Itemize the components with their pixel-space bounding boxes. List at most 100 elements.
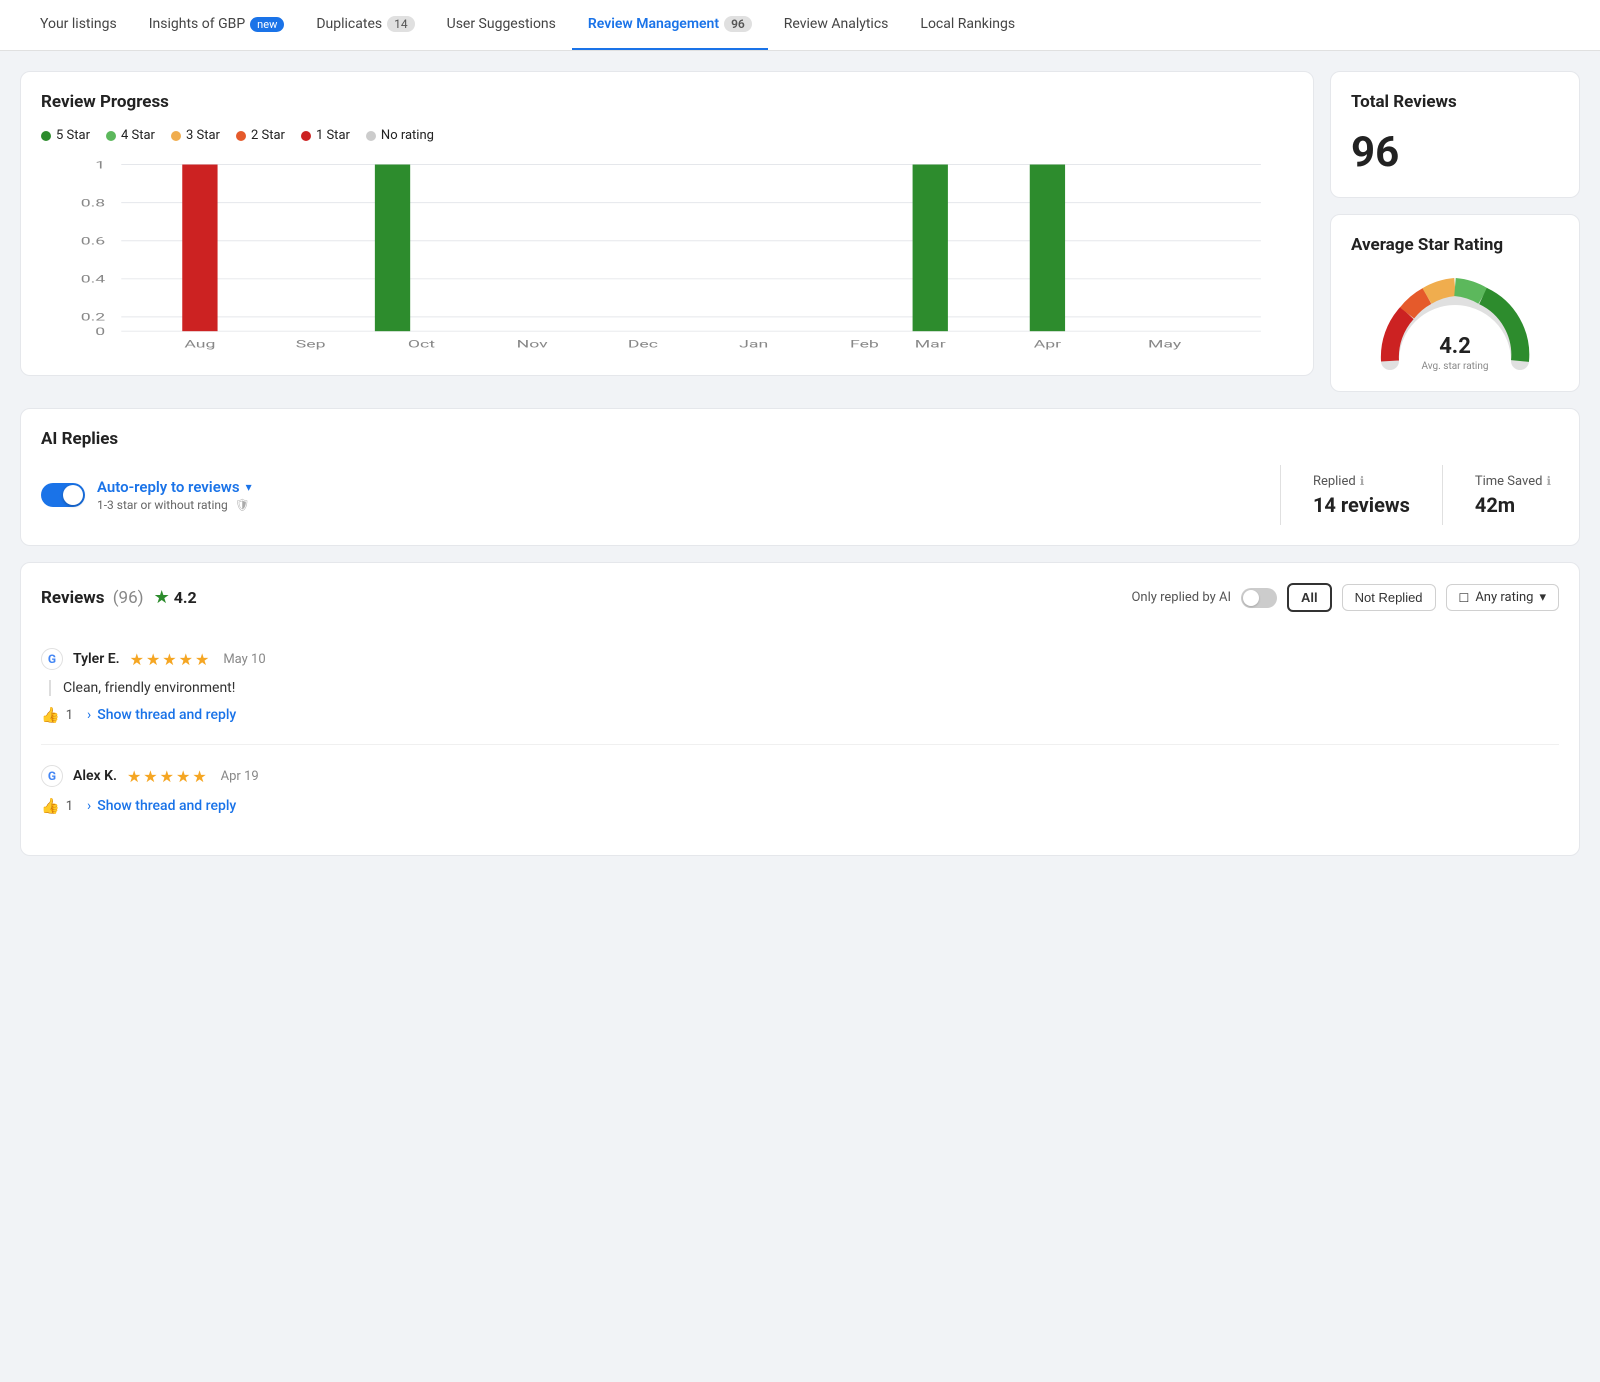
svg-text:0.2: 0.2 [81, 311, 105, 323]
ai-replies-inner: Auto-reply to reviews ▾ 1-3 star or with… [41, 465, 1559, 525]
reviewer-row-2: G Alex K. ★ ★ ★ ★ ★ Apr 19 [41, 765, 1559, 787]
svg-text:0.4: 0.4 [81, 273, 105, 285]
review-date-1: May 10 [223, 652, 265, 667]
nav-review-management-badge: 96 [724, 16, 752, 32]
dropdown-chevron-icon: ▾ [1539, 590, 1546, 605]
legend-label-4star: 4 Star [121, 128, 155, 143]
chart-svg: 1 0.8 0.6 0.4 0.2 0 Aug [41, 155, 1293, 355]
nav-your-listings[interactable]: Your listings [24, 0, 133, 50]
star-3b: ★ [160, 767, 174, 786]
nav-review-management[interactable]: Review Management 96 [572, 0, 768, 50]
show-thread-button-1[interactable]: Show thread and reply [97, 707, 236, 723]
reviews-header: Reviews (96) ★ 4.2 Only replied by AI Al… [41, 583, 1559, 612]
legend-1star: 1 Star [301, 128, 350, 143]
ai-replies-title: AI Replies [41, 429, 1559, 449]
star-1b: ★ [127, 767, 141, 786]
google-icon-1: G [41, 648, 63, 670]
svg-text:1: 1 [95, 159, 105, 171]
only-ai-label: Only replied by AI [1131, 590, 1231, 605]
nav-user-suggestions[interactable]: User Suggestions [431, 0, 572, 50]
reviews-count: (96) [113, 588, 144, 608]
review-date-2: Apr 19 [221, 769, 259, 784]
svg-text:Dec: Dec [628, 338, 659, 350]
thumb-icon-1: 👍 [41, 706, 60, 724]
reviews-avg-rating: ★ 4.2 [154, 587, 197, 608]
page-content: Review Progress 5 Star 4 Star 3 Star 2 [0, 51, 1600, 876]
filter-not-replied-button[interactable]: Not Replied [1342, 584, 1436, 611]
legend-4star: 4 Star [106, 128, 155, 143]
star-2: ★ [146, 650, 160, 669]
legend-3star: 3 Star [171, 128, 220, 143]
avg-rating-inline: 4.2 [174, 588, 197, 607]
svg-text:Sep: Sep [296, 338, 326, 350]
info-icon-replied: ℹ [1360, 474, 1365, 488]
nav-insights-gbp[interactable]: Insights of GBP new [133, 0, 301, 50]
legend-label-3star: 3 Star [186, 128, 220, 143]
filter-all-button[interactable]: All [1287, 583, 1332, 612]
only-ai-toggle-knob [1243, 590, 1259, 606]
svg-text:Jan: Jan [739, 338, 768, 350]
reviews-filters: Only replied by AI All Not Replied ☐ Any… [1131, 583, 1559, 612]
star-icon-inline: ★ [154, 587, 170, 608]
nav-duplicates[interactable]: Duplicates 14 [300, 0, 430, 50]
rating-filter-label: Any rating [1475, 590, 1533, 605]
nav-new-badge: new [250, 17, 284, 32]
legend-dot-2star [236, 131, 246, 141]
rating-filter-dropdown[interactable]: ☐ Any rating ▾ [1446, 584, 1559, 611]
info-icon-time: ℹ [1546, 474, 1551, 488]
replied-stat: Replied ℹ 14 reviews [1305, 474, 1418, 517]
rating-filter-icon: ☐ [1459, 591, 1470, 605]
legend-5star: 5 Star [41, 128, 90, 143]
avg-rating-card: Average Star Rating [1330, 214, 1580, 392]
nav-local-rankings[interactable]: Local Rankings [904, 0, 1031, 50]
svg-text:Aug: Aug [184, 338, 215, 350]
legend-label-norating: No rating [381, 128, 434, 143]
show-thread-button-2[interactable]: Show thread and reply [97, 798, 236, 814]
star-2b: ★ [143, 767, 157, 786]
bar-mar [913, 165, 948, 332]
reviewer-name-2: Alex K. [73, 768, 117, 784]
nav-review-analytics[interactable]: Review Analytics [768, 0, 905, 50]
reviews-title: Reviews (96) [41, 588, 144, 608]
bar-aug [182, 165, 217, 332]
review-actions-1: 👍 1 › Show thread and reply [41, 706, 1559, 724]
total-reviews-title: Total Reviews [1351, 92, 1559, 112]
star-5b: ★ [192, 767, 206, 786]
toggle-section: Auto-reply to reviews ▾ 1-3 star or with… [41, 478, 1256, 512]
svg-text:Oct: Oct [408, 338, 435, 350]
star-4b: ★ [176, 767, 190, 786]
time-saved-stat: Time Saved ℹ 42m [1467, 474, 1559, 517]
svg-text:Apr: Apr [1034, 338, 1061, 350]
reaction-count-2: 1 [66, 799, 73, 814]
bar-chart: 1 0.8 0.6 0.4 0.2 0 Aug [41, 155, 1293, 355]
chevron-down-icon: ▾ [246, 480, 252, 494]
legend-norating: No rating [366, 128, 434, 143]
svg-text:Mar: Mar [915, 338, 946, 350]
nav-duplicates-badge: 14 [387, 16, 415, 32]
auto-reply-sub: 1-3 star or without rating 🛡 [97, 498, 252, 512]
stars-row-1: ★ ★ ★ ★ ★ [130, 650, 210, 669]
svg-text:Feb: Feb [850, 338, 879, 350]
auto-reply-toggle[interactable] [41, 483, 85, 507]
svg-text:Nov: Nov [517, 338, 548, 350]
svg-text:May: May [1148, 338, 1181, 350]
reaction-count-1: 1 [66, 708, 73, 723]
right-panel: Total Reviews 96 Average Star Rating [1330, 71, 1580, 392]
bar-apr [1030, 165, 1065, 332]
reviewer-name-1: Tyler E. [73, 651, 120, 667]
auto-reply-label[interactable]: Auto-reply to reviews [97, 478, 240, 496]
replied-value: 14 reviews [1313, 493, 1410, 517]
svg-text:0: 0 [95, 326, 105, 338]
legend-dot-3star [171, 131, 181, 141]
only-ai-toggle[interactable] [1241, 588, 1277, 608]
legend-dot-5star [41, 131, 51, 141]
gauge-svg: 4.2 Avg. star rating [1375, 271, 1535, 371]
review-progress-title: Review Progress [41, 92, 1293, 112]
legend-dot-1star [301, 131, 311, 141]
legend-dot-norating [366, 131, 376, 141]
time-saved-label: Time Saved ℹ [1475, 474, 1551, 489]
stars-row-2: ★ ★ ★ ★ ★ [127, 767, 207, 786]
gauge-container: 4.2 Avg. star rating [1351, 271, 1559, 371]
total-reviews-card: Total Reviews 96 [1330, 71, 1580, 198]
ai-replies-card: AI Replies Auto-reply to reviews ▾ 1-3 s… [20, 408, 1580, 546]
